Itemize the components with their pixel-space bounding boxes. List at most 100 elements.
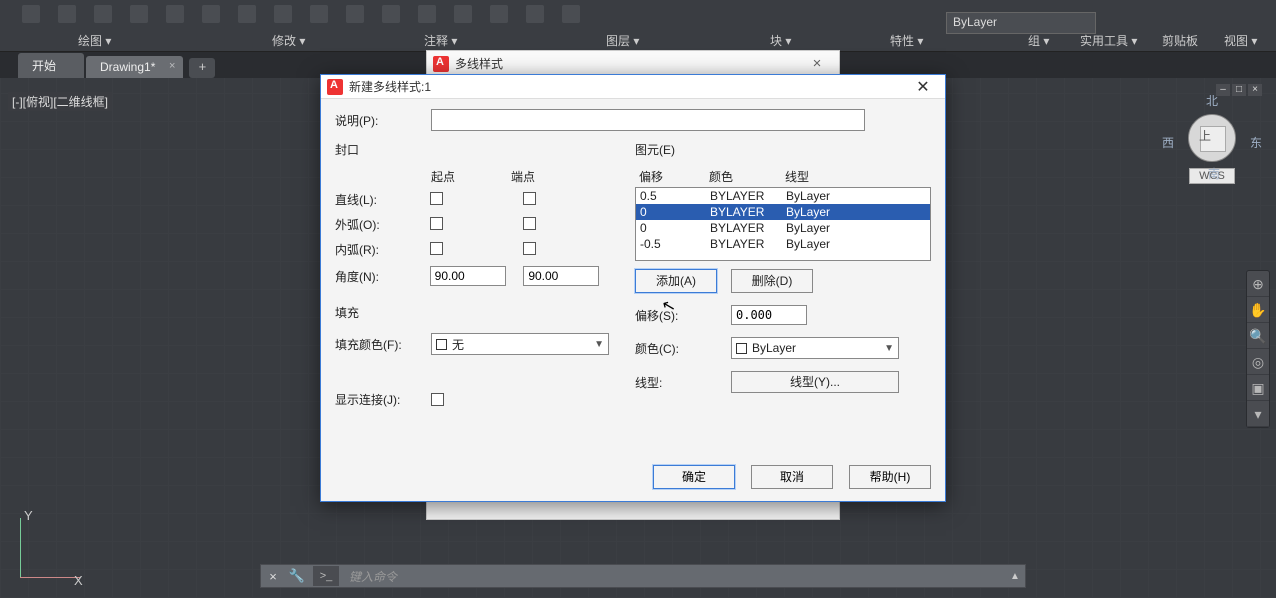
caps-angle-start-input[interactable] bbox=[430, 266, 506, 286]
offset-input[interactable] bbox=[731, 305, 807, 325]
close-icon[interactable]: × bbox=[169, 60, 175, 72]
description-label: 说明(P): bbox=[335, 112, 431, 129]
viewcube-south[interactable]: 南 bbox=[1208, 165, 1220, 182]
file-tab-start-label: 开始 bbox=[32, 59, 56, 73]
fill-value: 无 bbox=[452, 336, 464, 353]
axis-y-label: Y bbox=[24, 508, 33, 523]
cancel-button[interactable]: 取消 bbox=[751, 465, 833, 489]
color-select[interactable]: ByLayer ▼ bbox=[731, 337, 899, 359]
new-tab-button[interactable]: + bbox=[189, 58, 215, 78]
table-row[interactable]: -0.5BYLAYERByLayer bbox=[636, 236, 930, 252]
viewcube-top-face[interactable]: 上 bbox=[1199, 127, 1211, 144]
cmdbar-search-icon[interactable]: 🔧 bbox=[285, 568, 309, 584]
fill-label: 填充颜色(F): bbox=[335, 336, 431, 353]
offset-label: 偏移(S): bbox=[635, 307, 731, 324]
cmdbar-close-icon[interactable]: × bbox=[261, 569, 285, 584]
dialog-title: 新建多线样式:1 bbox=[349, 78, 907, 95]
file-tab-drawing[interactable]: Drawing1* × bbox=[86, 56, 183, 78]
ribbon-tab-modify[interactable]: 修改 ▾ bbox=[264, 29, 313, 52]
viewcube-north[interactable]: 北 bbox=[1206, 92, 1218, 109]
nav-orbit-icon[interactable]: ◎ bbox=[1247, 349, 1269, 375]
col-linetype: 线型 bbox=[785, 168, 855, 185]
table-row[interactable]: 0BYLAYERByLayer bbox=[636, 204, 930, 220]
nav-full-icon[interactable]: ⊕ bbox=[1247, 271, 1269, 297]
viewcube-west[interactable]: 西 bbox=[1162, 134, 1174, 151]
fill-swatch-icon bbox=[436, 339, 447, 350]
chevron-down-icon: ▼ bbox=[594, 339, 604, 350]
joints-checkbox[interactable] bbox=[431, 393, 444, 406]
ribbon-tab-utilities[interactable]: 实用工具 ▾ bbox=[1072, 29, 1145, 52]
close-icon[interactable]: ✕ bbox=[907, 77, 939, 97]
col-offset: 偏移 bbox=[639, 168, 707, 185]
ribbon: ByLayer 绘图 ▾ 修改 ▾ 注释 ▾ 图层 ▾ 块 ▾ 特性 ▾ 组 ▾… bbox=[0, 0, 1276, 52]
viewcube-area: – □ × 北 东 南 西 上 WCS bbox=[1162, 88, 1262, 184]
ribbon-tab-clipboard[interactable]: 剪贴板 bbox=[1154, 29, 1206, 52]
caps-line-start-checkbox[interactable] bbox=[430, 192, 443, 205]
chevron-down-icon: ▼ bbox=[884, 343, 894, 354]
caps-outer-start-checkbox[interactable] bbox=[430, 217, 443, 230]
ribbon-tab-draw[interactable]: 绘图 ▾ bbox=[70, 29, 119, 52]
ribbon-tab-block[interactable]: 块 ▾ bbox=[762, 29, 799, 52]
ribbon-tab-group[interactable]: 组 ▾ bbox=[1020, 29, 1057, 52]
navigation-bar: ⊕ ✋ 🔍 ◎ ▣ ▾ bbox=[1246, 270, 1270, 428]
ribbon-tab-annotate[interactable]: 注释 ▾ bbox=[416, 29, 465, 52]
fill-header: 填充 bbox=[335, 304, 617, 321]
close-icon[interactable]: × bbox=[801, 55, 833, 72]
app-icon bbox=[433, 56, 449, 72]
viewcube[interactable] bbox=[1188, 114, 1236, 162]
ribbon-tab-layer[interactable]: 图层 ▾ bbox=[598, 29, 647, 52]
caps-inner-end-checkbox[interactable] bbox=[523, 242, 536, 255]
color-swatch-icon bbox=[736, 343, 747, 354]
joints-label: 显示连接(J): bbox=[335, 391, 431, 408]
cmdbar-history-icon[interactable]: ▲ bbox=[1005, 571, 1025, 582]
nav-zoom-icon[interactable]: 🔍 bbox=[1247, 323, 1269, 349]
elements-header: 图元(E) bbox=[635, 141, 931, 158]
help-button[interactable]: 帮助(H) bbox=[849, 465, 931, 489]
description-input[interactable] bbox=[431, 109, 865, 131]
ok-button[interactable]: 确定 bbox=[653, 465, 735, 489]
minimize-icon[interactable]: – bbox=[1216, 84, 1230, 96]
close-icon[interactable]: × bbox=[1248, 84, 1262, 96]
caps-inner-start-checkbox[interactable] bbox=[430, 242, 443, 255]
ribbon-tab-view[interactable]: 视图 ▾ bbox=[1216, 29, 1265, 52]
view-label[interactable]: [-][俯视][二维线框] bbox=[8, 92, 112, 111]
nav-showmotion-icon[interactable]: ▣ bbox=[1247, 375, 1269, 401]
viewcube-east[interactable]: 东 bbox=[1250, 134, 1262, 151]
caps-end-label: 端点 bbox=[511, 168, 535, 185]
file-tab-drawing-label: Drawing1* bbox=[100, 60, 155, 74]
bylayer-value: ByLayer bbox=[953, 15, 997, 29]
caps-outer-label: 外弧(O): bbox=[335, 216, 430, 233]
table-row[interactable]: 0BYLAYERByLayer bbox=[636, 220, 930, 236]
table-row[interactable]: 0.5BYLAYERByLayer bbox=[636, 188, 930, 204]
delete-button[interactable]: 删除(D) bbox=[731, 269, 813, 293]
ribbon-tab-properties[interactable]: 特性 ▾ bbox=[882, 29, 931, 52]
new-multiline-style-dialog: 新建多线样式:1 ✕ 说明(P): 封口 起点 端点 直线(L): bbox=[320, 74, 946, 502]
restore-icon[interactable]: □ bbox=[1232, 84, 1246, 96]
caps-header: 封口 bbox=[335, 141, 617, 158]
ucs-gizmo: Y X bbox=[10, 508, 90, 588]
caps-line-label: 直线(L): bbox=[335, 191, 430, 208]
back-dialog-title: 多线样式 bbox=[455, 55, 801, 72]
add-button[interactable]: 添加(A) bbox=[635, 269, 717, 293]
fill-color-select[interactable]: 无 ▼ bbox=[431, 333, 609, 355]
cmdbar-prompt-icon: >_ bbox=[313, 566, 339, 586]
caps-angle-end-input[interactable] bbox=[523, 266, 599, 286]
app-icon bbox=[327, 79, 343, 95]
nav-pan-icon[interactable]: ✋ bbox=[1247, 297, 1269, 323]
caps-line-end-checkbox[interactable] bbox=[523, 192, 536, 205]
cmdbar-input[interactable]: 键入命令 bbox=[343, 568, 1005, 585]
nav-more-icon[interactable]: ▾ bbox=[1247, 401, 1269, 427]
color-label: 颜色(C): bbox=[635, 340, 731, 357]
linetype-label: 线型: bbox=[635, 374, 731, 391]
caps-start-label: 起点 bbox=[431, 168, 455, 185]
command-bar[interactable]: × 🔧 >_ 键入命令 ▲ bbox=[260, 564, 1026, 588]
linetype-button[interactable]: 线型(Y)... bbox=[731, 371, 899, 393]
caps-outer-end-checkbox[interactable] bbox=[523, 217, 536, 230]
file-tab-start[interactable]: 开始 bbox=[18, 53, 84, 78]
elements-list[interactable]: 0.5BYLAYERByLayer0BYLAYERByLayer0BYLAYER… bbox=[635, 187, 931, 261]
caps-angle-label: 角度(N): bbox=[335, 268, 430, 285]
axis-x-label: X bbox=[74, 573, 83, 588]
color-value: ByLayer bbox=[752, 341, 796, 355]
col-color: 颜色 bbox=[709, 168, 783, 185]
caps-inner-label: 内弧(R): bbox=[335, 241, 430, 258]
